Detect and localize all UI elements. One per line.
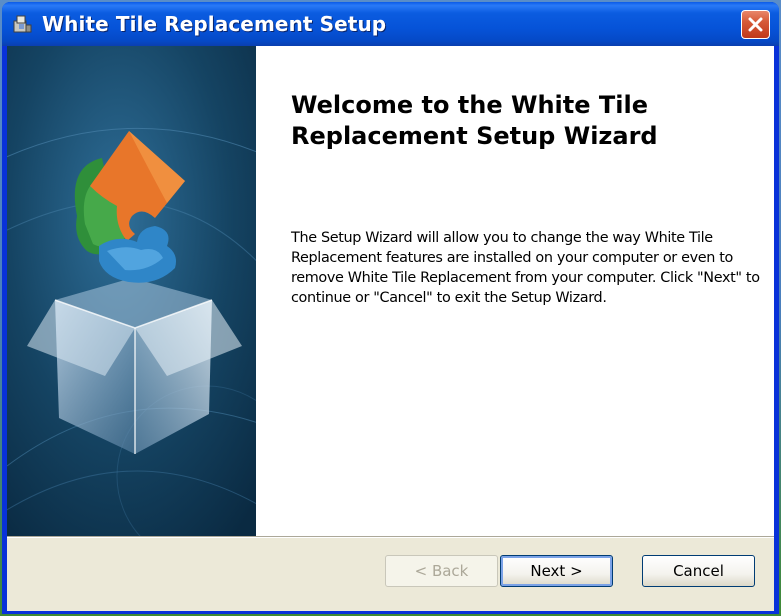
- puzzle-box-graphic: [7, 46, 256, 536]
- window-title: White Tile Replacement Setup: [42, 12, 387, 36]
- setup-wizard-window: White Tile Replacement Setup Welcome to …: [2, 2, 779, 614]
- dialog-client-area: Welcome to the White Tile Replacement Se…: [7, 46, 774, 611]
- close-icon: [748, 17, 763, 32]
- welcome-heading: Welcome to the White Tile Replacement Se…: [291, 91, 658, 150]
- close-button[interactable]: [741, 10, 770, 39]
- title-bar[interactable]: White Tile Replacement Setup: [2, 2, 779, 46]
- welcome-description: The Setup Wizard will allow you to chang…: [291, 230, 760, 306]
- side-banner: [7, 46, 256, 536]
- installer-icon: [13, 15, 32, 33]
- divider: [7, 536, 774, 538]
- back-button[interactable]: < Back: [385, 555, 498, 587]
- cancel-button[interactable]: Cancel: [642, 555, 755, 587]
- wizard-content: Welcome to the White Tile Replacement Se…: [256, 46, 774, 536]
- next-button[interactable]: Next >: [500, 555, 613, 587]
